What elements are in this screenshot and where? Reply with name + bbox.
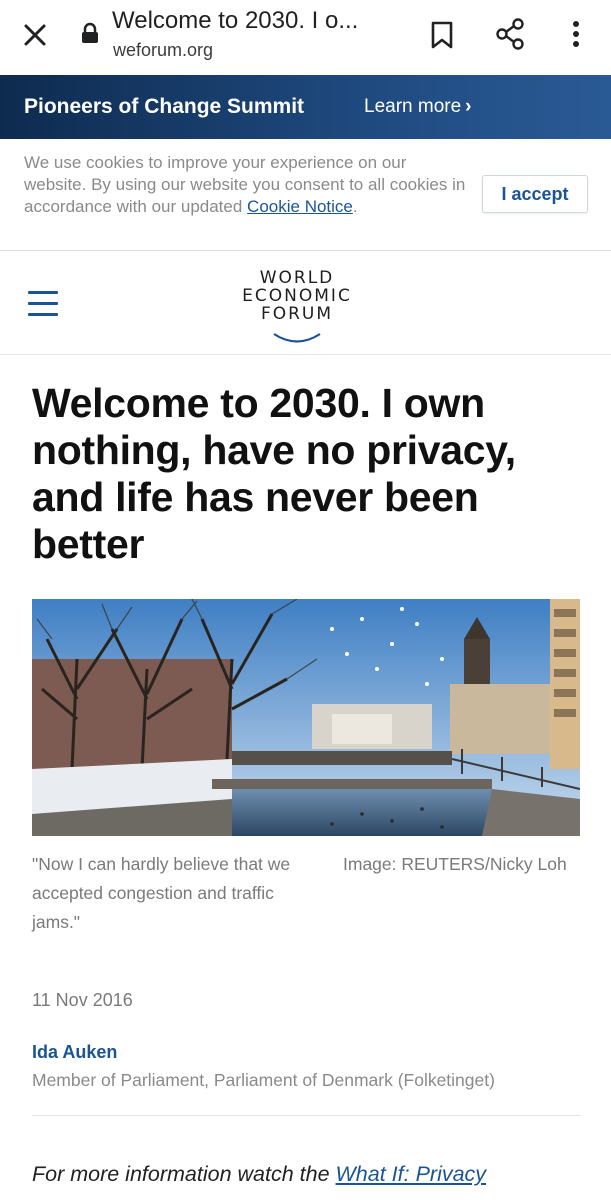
- more-info-text: For more information watch the What If: …: [32, 1162, 486, 1187]
- more-info-prefix: For more information watch the: [32, 1162, 336, 1186]
- menu-line: [28, 313, 58, 316]
- bookmark-button[interactable]: [427, 18, 457, 52]
- url-domain[interactable]: weforum.org: [113, 40, 213, 61]
- chevron-right-icon: ›: [465, 96, 472, 117]
- more-vert-icon: [573, 21, 579, 47]
- learn-more-label: Learn more: [364, 96, 462, 117]
- article-headline: Welcome to 2030. I own nothing, have no …: [32, 380, 516, 567]
- close-icon: [24, 24, 46, 46]
- wef-logo[interactable]: WORLD ECONOMIC FORUM: [232, 269, 362, 345]
- divider: [32, 1115, 580, 1116]
- cookie-trailing: .: [352, 197, 358, 216]
- menu-line: [28, 291, 58, 294]
- hamburger-menu-button[interactable]: [28, 291, 58, 317]
- site-header: WORLD ECONOMIC FORUM: [0, 251, 611, 355]
- share-button[interactable]: [494, 16, 528, 52]
- logo-line-3: FORUM: [260, 304, 334, 324]
- logo-line-1: WORLD: [259, 268, 335, 288]
- article-photo: [32, 599, 580, 836]
- lock-icon: [80, 22, 100, 44]
- logo-line-2: ECONOMIC: [242, 286, 352, 306]
- image-credit: Image: REUTERS/Nicky Loh: [343, 854, 567, 874]
- logo-swoosh-icon: [273, 333, 321, 343]
- share-icon: [496, 18, 524, 50]
- promo-banner: Pioneers of Change Summit Learn more ›: [0, 75, 611, 139]
- cookie-notice-link[interactable]: Cookie Notice: [247, 197, 353, 216]
- author-role: Member of Parliament, Parliament of Denm…: [32, 1070, 495, 1090]
- promo-title: Pioneers of Change Summit: [24, 95, 305, 118]
- canal-scene-image: [32, 599, 580, 836]
- author-link[interactable]: Ida Auken: [32, 1042, 117, 1063]
- cookie-text: We use cookies to improve your experienc…: [24, 152, 469, 218]
- menu-line: [28, 302, 58, 305]
- close-tab-button[interactable]: [18, 18, 52, 52]
- cookie-notice: We use cookies to improve your experienc…: [0, 139, 611, 251]
- bookmark-icon: [431, 21, 453, 49]
- photo-caption: "Now I can hardly believe that we accept…: [32, 854, 291, 932]
- what-if-privacy-link[interactable]: What If: Privacy: [336, 1162, 487, 1186]
- overflow-menu-button[interactable]: [564, 16, 588, 52]
- accept-cookies-button[interactable]: I accept: [482, 175, 588, 213]
- browser-toolbar: Welcome to 2030. I o... weforum.org: [0, 0, 611, 75]
- learn-more-link[interactable]: Learn more ›: [364, 96, 472, 118]
- page-title[interactable]: Welcome to 2030. I o...: [112, 7, 358, 35]
- publish-date: 11 Nov 2016: [32, 990, 133, 1010]
- cookie-message: We use cookies to improve your experienc…: [24, 153, 466, 216]
